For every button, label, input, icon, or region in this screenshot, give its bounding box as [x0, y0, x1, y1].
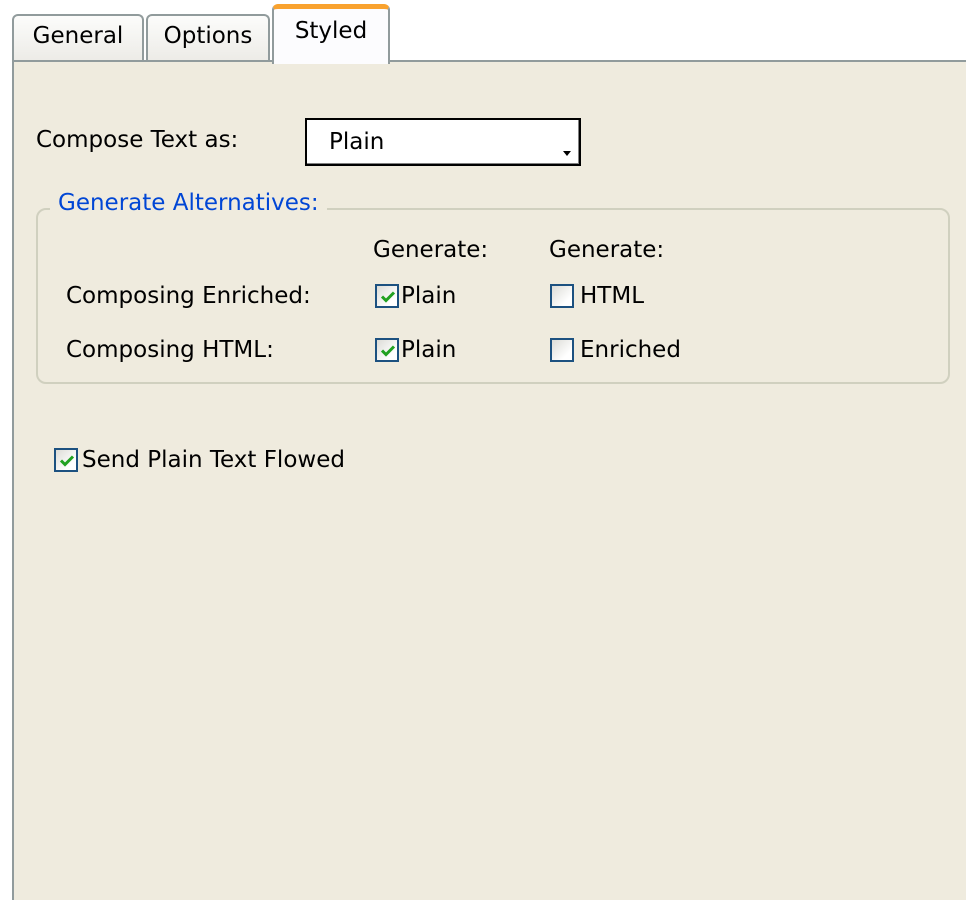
compose-text-label: Compose Text as: — [36, 127, 239, 153]
composing-enriched-label: Composing Enriched: — [66, 283, 311, 309]
enriched-html-checkbox[interactable] — [550, 284, 574, 308]
enriched-plain-checkbox[interactable] — [375, 284, 399, 308]
enriched-html-label[interactable]: HTML — [580, 283, 644, 309]
generate-column-header-1: Generate: — [373, 237, 489, 263]
html-plain-checkbox[interactable] — [375, 338, 399, 362]
compose-text-dropdown[interactable]: Plain — [305, 118, 581, 166]
styled-tab-panel: Compose Text as: Plain Generate Alternat… — [12, 60, 966, 900]
checkmark-icon — [59, 455, 75, 467]
tab-general[interactable]: General — [12, 14, 144, 62]
compose-text-value: Plain — [329, 129, 385, 155]
generate-column-header-2: Generate: — [549, 237, 665, 263]
generate-alternatives-legend: Generate Alternatives: — [50, 190, 327, 216]
send-plain-text-flowed-label[interactable]: Send Plain Text Flowed — [82, 447, 345, 473]
tab-styled[interactable]: Styled — [272, 4, 390, 64]
html-enriched-label[interactable]: Enriched — [580, 337, 681, 363]
html-enriched-checkbox[interactable] — [550, 338, 574, 362]
send-plain-text-flowed-checkbox[interactable] — [54, 448, 78, 472]
checkmark-icon — [380, 291, 396, 303]
html-plain-label[interactable]: Plain — [401, 337, 456, 363]
tab-options[interactable]: Options — [146, 14, 270, 62]
composing-html-label: Composing HTML: — [66, 337, 274, 363]
chevron-down-icon[interactable] — [563, 151, 571, 156]
enriched-plain-label[interactable]: Plain — [401, 283, 456, 309]
tab-bar: General Options Styled — [0, 0, 966, 64]
checkmark-icon — [380, 345, 396, 357]
